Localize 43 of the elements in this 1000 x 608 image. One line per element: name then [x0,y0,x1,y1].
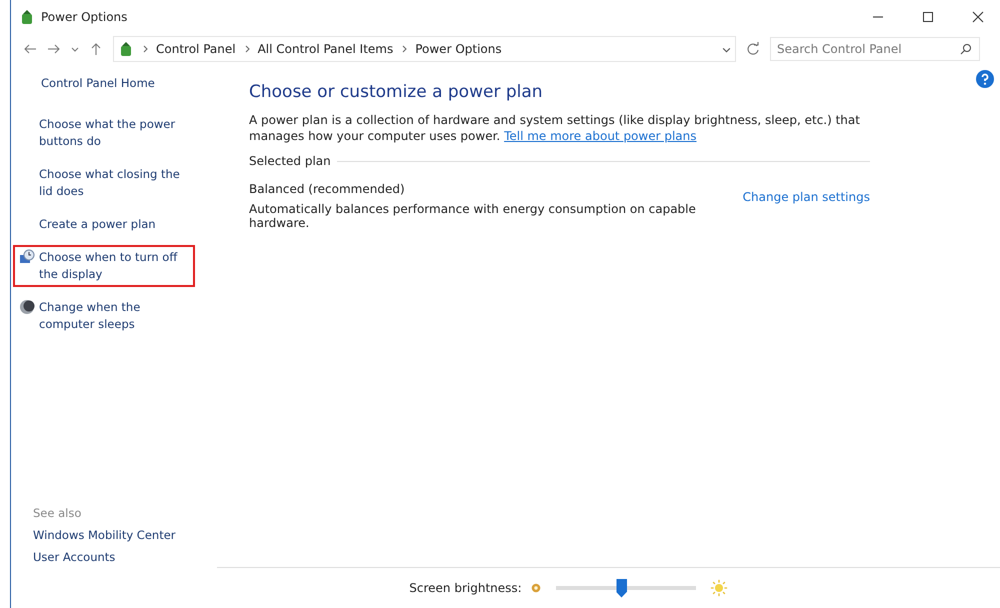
chevron-down-icon[interactable] [71,45,79,53]
chevron-right-icon [400,45,408,53]
up-arrow-icon[interactable] [89,42,103,56]
brightness-label: Screen brightness: [409,581,522,595]
breadcrumb-item[interactable]: Control Panel [156,42,236,56]
section-label: Selected plan [249,154,331,168]
change-plan-settings-link[interactable]: Change plan settings [742,190,870,204]
close-icon[interactable] [972,11,984,23]
power-options-icon [118,41,134,57]
refresh-icon[interactable] [746,42,760,56]
plan-name: Balanced (recommended) [249,182,406,196]
moon-icon [19,299,35,315]
sidebar-link[interactable]: Windows Mobility Center [11,528,217,542]
chevron-right-icon [141,45,149,53]
search-field[interactable]: Search Control Panel [770,37,980,61]
sidebar-link[interactable]: User Accounts [11,550,217,564]
see-also-heading: See also [32,506,82,520]
search-icon [960,43,972,55]
window-title: Power Options [41,10,128,24]
sidebar-link[interactable]: Change when the computer sleeps [39,299,189,333]
help-link[interactable]: Tell me more about power plans [504,129,697,143]
sidebar-link[interactable]: Create a power plan [39,216,156,233]
sidebar-link[interactable]: Choose what closing the lid does [39,166,189,200]
sidebar-link[interactable]: Control Panel Home [11,76,217,90]
dim-sun-icon [530,582,542,594]
power-options-icon [19,9,35,25]
breadcrumb-item[interactable]: Power Options [415,42,502,56]
sidebar-link[interactable]: Choose what the power buttons do [39,116,189,150]
chevron-right-icon [242,45,251,53]
intro-paragraph: A power plan is a collection of hardware and system settings (like display brightness, sleep, etc.) that manages how your computer uses power. Tell me more about power plans [249,112,861,144]
sidebar-link[interactable]: Choose when to turn off the display [39,249,189,283]
breadcrumb-item[interactable]: All Control Panel Items [258,42,394,56]
plan-description: Automatically balances performance with energy consumption on capable hardware. [249,202,697,230]
monitor-clock-icon [19,249,35,265]
address-bar[interactable]: Control Panel All Control Panel Items Power Options [113,36,736,62]
brightness-slider[interactable] [556,578,696,598]
maximize-icon[interactable] [922,11,934,23]
page-heading: Choose or customize a power plan [249,82,544,102]
back-arrow-icon[interactable] [23,42,37,56]
bright-sun-icon [710,579,728,597]
help-icon[interactable] [976,70,994,88]
slider-thumb[interactable] [616,578,627,598]
forward-arrow-icon[interactable] [47,42,61,56]
